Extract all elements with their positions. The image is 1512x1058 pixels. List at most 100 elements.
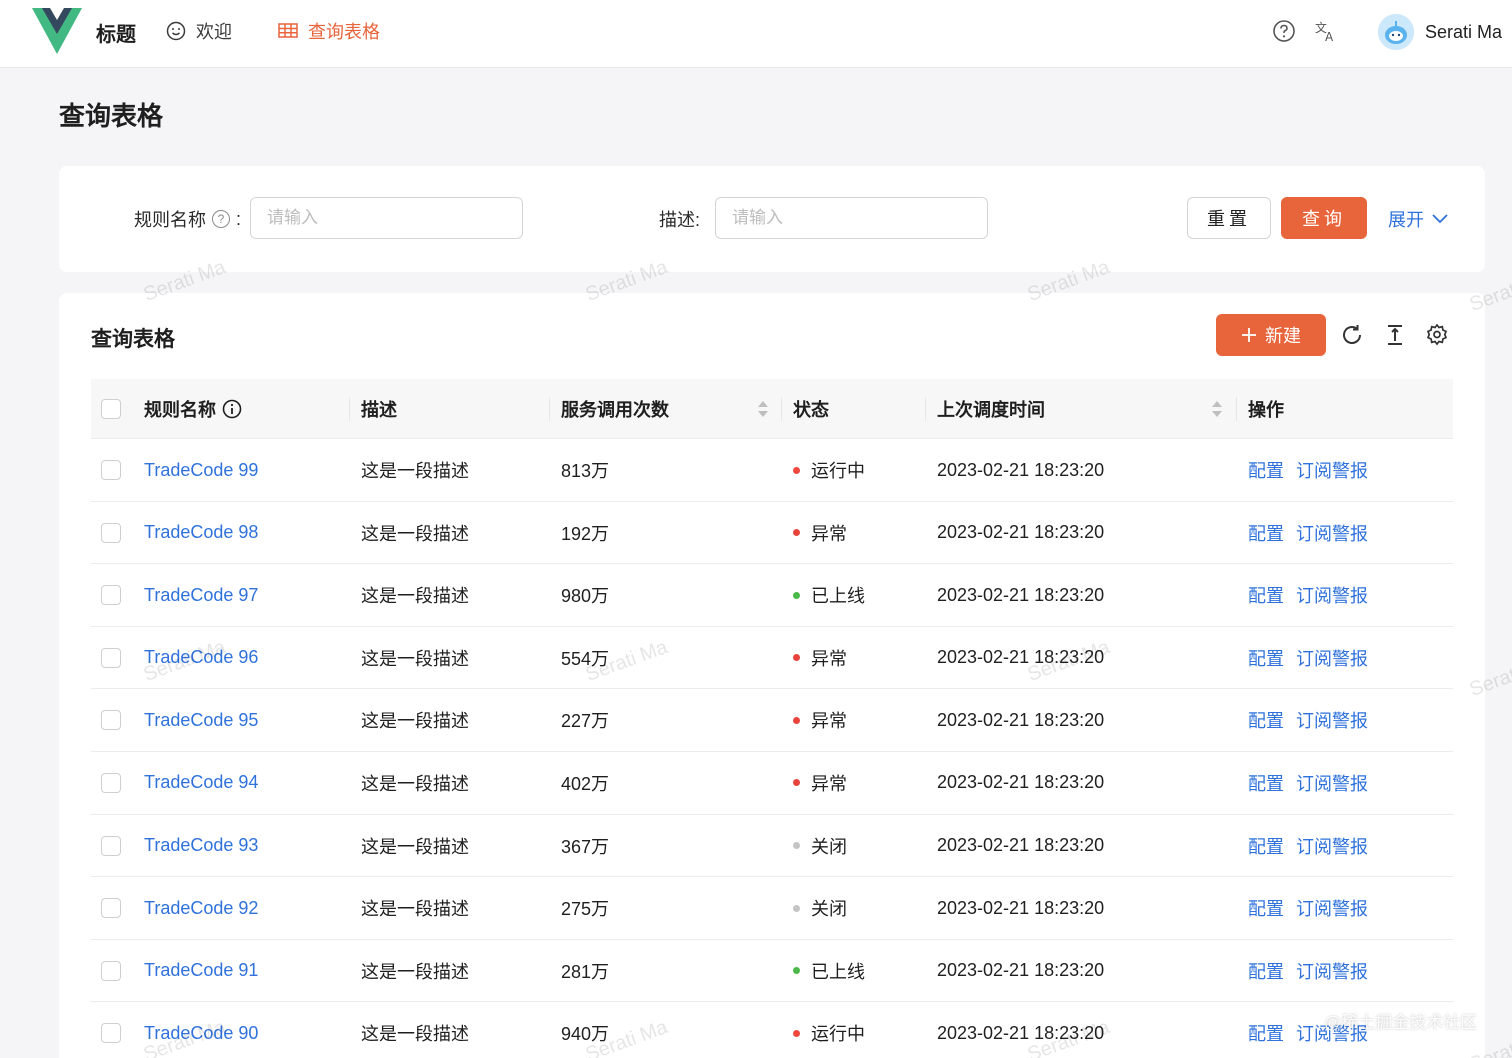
row-checkbox[interactable] <box>101 710 121 731</box>
translate-icon[interactable]: 文 A <box>1314 19 1338 43</box>
config-link[interactable]: 配置 <box>1248 833 1284 859</box>
subscribe-alert-link[interactable]: 订阅警报 <box>1296 770 1368 796</box>
actions-cell: 配置 订阅警报 <box>1248 752 1368 814</box>
rule-name-link[interactable]: TradeCode 98 <box>144 502 258 564</box>
config-link[interactable]: 配置 <box>1248 582 1284 608</box>
row-checkbox[interactable] <box>101 1023 121 1044</box>
help-icon[interactable] <box>1272 19 1296 43</box>
row-checkbox-cell <box>101 627 121 689</box>
reload-icon[interactable] <box>1340 323 1364 347</box>
expand-label: 展开 <box>1388 210 1424 230</box>
nav-item-welcome-label: 欢迎 <box>196 22 232 42</box>
row-checkbox[interactable] <box>101 898 121 919</box>
description-cell: 这是一段描述 <box>361 899 469 920</box>
new-button[interactable]: 新建 <box>1216 314 1326 356</box>
row-checkbox[interactable] <box>101 585 121 606</box>
row-checkbox[interactable] <box>101 960 121 981</box>
nav-item-query-table[interactable]: 查询表格 <box>278 18 380 44</box>
table-row: TradeCode 91 这是一段描述 281万 已上线 2023-02-21 … <box>91 940 1453 1003</box>
calls-cell: 402万 <box>561 773 610 794</box>
rule-name-link[interactable]: TradeCode 97 <box>144 564 258 626</box>
last-scheduled-cell: 2023-02-21 18:23:20 <box>937 1022 1105 1043</box>
rule-name-link[interactable]: TradeCode 93 <box>144 815 258 877</box>
table-icon <box>278 23 298 38</box>
config-link[interactable]: 配置 <box>1248 1020 1284 1046</box>
description-cell: 这是一段描述 <box>361 461 469 481</box>
expand-toggle[interactable]: 展开 <box>1388 206 1448 232</box>
search-form-card: 规则名称 ? : 描述: 重置 查询 展开 <box>59 166 1485 272</box>
rule-name-input[interactable] <box>250 197 523 239</box>
subscribe-alert-link[interactable]: 订阅警报 <box>1296 895 1368 921</box>
sort-icon[interactable] <box>1211 399 1223 419</box>
sort-icon[interactable] <box>757 399 769 419</box>
column-header-last-scheduled[interactable]: 上次调度时间 <box>937 379 1045 439</box>
calls-cell: 367万 <box>561 836 610 857</box>
config-link[interactable]: 配置 <box>1248 457 1284 483</box>
config-link[interactable]: 配置 <box>1248 520 1284 546</box>
status-badge: 异常 <box>811 523 847 544</box>
description-cell: 这是一段描述 <box>361 961 469 982</box>
info-icon[interactable] <box>222 399 242 419</box>
row-checkbox[interactable] <box>101 835 121 856</box>
column-header-calls[interactable]: 服务调用次数 <box>561 379 669 439</box>
rule-name-label: 规则名称 ? : <box>134 206 241 232</box>
rule-name-link[interactable]: TradeCode 90 <box>144 1002 258 1058</box>
rule-name-link[interactable]: TradeCode 99 <box>144 439 258 501</box>
config-link[interactable]: 配置 <box>1248 895 1284 921</box>
reset-button[interactable]: 重置 <box>1187 197 1271 239</box>
row-checkbox[interactable] <box>101 460 121 480</box>
row-checkbox[interactable] <box>101 772 121 793</box>
question-icon[interactable]: ? <box>212 210 230 228</box>
nav-item-welcome[interactable]: 欢迎 <box>166 18 232 44</box>
subscribe-alert-link[interactable]: 订阅警报 <box>1296 707 1368 733</box>
subscribe-alert-link[interactable]: 订阅警报 <box>1296 457 1368 483</box>
status-cell: 运行中 <box>793 439 865 501</box>
rule-name-link[interactable]: TradeCode 91 <box>144 940 258 1002</box>
row-checkbox-cell <box>101 439 121 501</box>
calls-cell: 192万 <box>561 523 610 544</box>
actions-cell: 配置 订阅警报 <box>1248 627 1368 689</box>
avatar[interactable] <box>1378 14 1414 50</box>
table-row: TradeCode 92 这是一段描述 275万 关闭 2023-02-21 1… <box>91 877 1453 940</box>
page-title: 查询表格 <box>59 101 164 131</box>
status-cell: 运行中 <box>793 1002 865 1058</box>
description-input[interactable] <box>715 197 988 239</box>
table-row: TradeCode 93 这是一段描述 367万 关闭 2023-02-21 1… <box>91 815 1453 878</box>
row-checkbox[interactable] <box>101 647 121 668</box>
subscribe-alert-link[interactable]: 订阅警报 <box>1296 958 1368 984</box>
query-button[interactable]: 查询 <box>1281 197 1367 239</box>
status-badge: 已上线 <box>811 586 865 607</box>
config-link[interactable]: 配置 <box>1248 645 1284 671</box>
svg-text:A: A <box>1325 30 1334 43</box>
rule-name-link[interactable]: TradeCode 95 <box>144 689 258 751</box>
vue-logo-icon[interactable] <box>32 8 82 54</box>
rule-name-link[interactable]: TradeCode 92 <box>144 877 258 939</box>
settings-gear-icon[interactable] <box>1425 323 1449 347</box>
column-divider <box>781 397 782 421</box>
last-scheduled-cell: 2023-02-21 18:23:20 <box>937 835 1105 856</box>
select-all-checkbox[interactable] <box>101 399 121 419</box>
row-checkbox-cell <box>101 877 121 939</box>
table-card: 查询表格 新建 规则名称 描述 服务调用次数 状态 上次调度时间 操作 Trad… <box>59 293 1485 1058</box>
actions-cell: 配置 订阅警报 <box>1248 689 1368 751</box>
subscribe-alert-link[interactable]: 订阅警报 <box>1296 582 1368 608</box>
description-cell: 这是一段描述 <box>361 586 469 607</box>
status-badge: 关闭 <box>811 836 847 857</box>
status-badge: 异常 <box>811 711 847 732</box>
rule-name-link[interactable]: TradeCode 96 <box>144 627 258 689</box>
subscribe-alert-link[interactable]: 订阅警报 <box>1296 645 1368 671</box>
row-checkbox-cell <box>101 689 121 751</box>
subscribe-alert-link[interactable]: 订阅警报 <box>1296 520 1368 546</box>
row-checkbox[interactable] <box>101 522 121 543</box>
plus-icon <box>1242 328 1256 342</box>
last-scheduled-cell: 2023-02-21 18:23:20 <box>937 709 1105 730</box>
rule-name-link[interactable]: TradeCode 94 <box>144 752 258 814</box>
config-link[interactable]: 配置 <box>1248 958 1284 984</box>
description-label: 描述: <box>659 210 701 230</box>
username[interactable]: Serati Ma <box>1425 22 1502 43</box>
config-link[interactable]: 配置 <box>1248 770 1284 796</box>
subscribe-alert-link[interactable]: 订阅警报 <box>1296 833 1368 859</box>
actions-cell: 配置 订阅警报 <box>1248 564 1368 626</box>
config-link[interactable]: 配置 <box>1248 707 1284 733</box>
density-icon[interactable] <box>1383 323 1407 347</box>
